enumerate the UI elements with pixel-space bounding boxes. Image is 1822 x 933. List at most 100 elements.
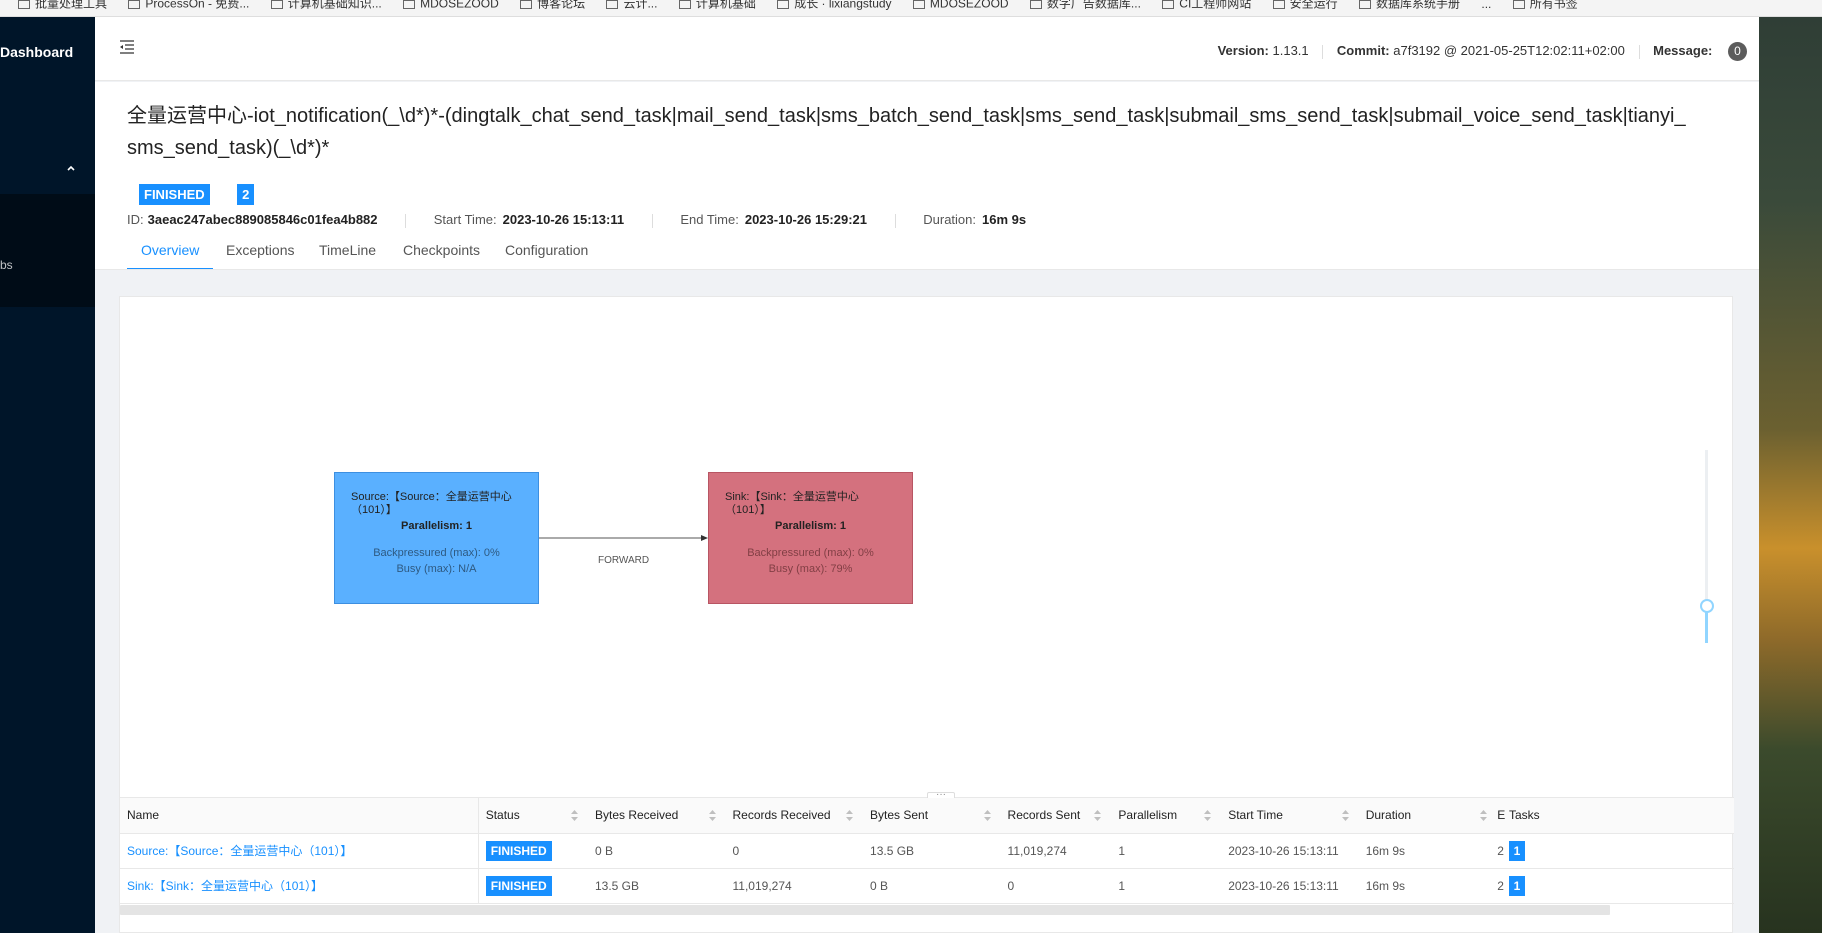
node-parallelism: Parallelism: 1 <box>775 520 846 532</box>
commit-value: a7f3192 @ 2021-05-25T12:02:11+02:00 <box>1393 42 1625 58</box>
sidebar-submenu: bs <box>0 194 95 307</box>
node-busy: Busy (max): 79% <box>768 563 853 575</box>
column-header-label: Parallelism <box>1118 808 1178 823</box>
id-label: ID: <box>127 212 144 227</box>
node-name: Source:【Source：全量运营中心（101）】 <box>351 491 512 516</box>
sort-icon[interactable] <box>1480 810 1488 821</box>
bookmark-item[interactable]: 计算机基础知识... <box>270 0 382 10</box>
bookmarks-overflow[interactable]: ... <box>1481 0 1491 10</box>
menu-fold-icon[interactable] <box>119 39 135 55</box>
bytes-sent-cell: 13.5 GB <box>863 833 1001 869</box>
sort-icon[interactable] <box>570 810 578 821</box>
tab-timeline[interactable]: TimeLine <box>319 234 376 270</box>
column-resize-handle[interactable]: · · · <box>532 837 538 855</box>
start-time-value: 2023-10-26 15:13:11 <box>502 212 625 227</box>
bookmark-item[interactable]: 数据库系统手册 <box>1359 0 1460 10</box>
sort-icon[interactable] <box>1204 810 1212 821</box>
records-received-cell: 0 <box>725 833 864 869</box>
sort-icon[interactable] <box>846 810 854 821</box>
divider <box>405 213 407 228</box>
bookmark-item[interactable]: MDOSEZOOD <box>403 0 499 10</box>
task-badge[interactable]: 1 <box>1509 840 1525 861</box>
bookmark-item[interactable]: CI工程师网站 <box>1162 0 1251 10</box>
column-header-status[interactable]: Status <box>478 798 588 834</box>
duration-cell: 16m 9s <box>1358 868 1498 904</box>
tab-checkpoints[interactable]: Checkpoints <box>403 234 480 270</box>
column-header-label: Bytes Sent <box>870 808 929 823</box>
folder-icon <box>606 0 619 9</box>
commit-label: Commit: <box>1336 42 1390 58</box>
bookmark-item[interactable]: MDOSEZOOD <box>912 0 1009 10</box>
chevron-up-icon[interactable] <box>66 163 76 173</box>
column-header-bytes-sent[interactable]: Bytes Sent <box>863 798 1001 834</box>
end-time-label: End Time: <box>680 212 739 227</box>
vertex-name-link[interactable]: Source:【Source：全量运营中心（101）】 <box>120 833 479 869</box>
column-header-duration[interactable]: Duration <box>1358 798 1498 834</box>
sort-icon[interactable] <box>1341 810 1349 821</box>
column-header-bytes-received[interactable]: Bytes Received <box>587 798 726 834</box>
folder-icon <box>270 0 283 9</box>
vertex-name-link[interactable]: Sink:【Sink：全量运营中心（101）】 <box>120 868 479 904</box>
status-badge: FINISHED <box>485 840 552 861</box>
graph-node-sink[interactable]: Sink:【Sink：全量运营中心（101）】 Parallelism: 1 B… <box>708 472 913 604</box>
divider <box>651 213 653 228</box>
table-row[interactable]: Source:【Source：全量运营中心（101）】 FINISHED 0 B… <box>120 833 1734 869</box>
column-header-tasks[interactable]: Tasks <box>1509 798 1734 834</box>
graph-node-source[interactable]: Source:【Source：全量运营中心（101）】 Parallelism:… <box>334 472 539 604</box>
duration-value: 16m 9s <box>982 212 1027 227</box>
column-header-start-time[interactable]: Start Time <box>1221 798 1359 834</box>
folder-icon <box>1359 0 1371 9</box>
sidebar-item-jobs[interactable]: bs <box>0 258 13 272</box>
bookmark-all-bookmarks[interactable]: 所有书签 <box>1512 0 1578 10</box>
folder-icon <box>912 0 925 9</box>
end-time-value: 2023-10-26 15:29:21 <box>744 212 867 227</box>
table-row[interactable]: Sink:【Sink：全量运营中心（101）】 FINISHED 13.5 GB… <box>120 868 1734 904</box>
message-count-badge[interactable]: 0 <box>1728 42 1747 61</box>
duration-cell: 16m 9s <box>1358 833 1498 869</box>
bookmark-item[interactable]: 安全运行 <box>1272 0 1338 10</box>
folder-icon <box>18 0 30 9</box>
bookmark-item[interactable]: 数字广告数据库... <box>1029 0 1141 10</box>
parallelism-cell: 1 <box>1111 833 1222 869</box>
sort-icon[interactable] <box>708 810 716 821</box>
column-header-label: Records Sent <box>1007 808 1081 823</box>
node-name: Sink:【Sink：全量运营中心（101）】 <box>725 491 859 516</box>
column-header-records-received[interactable]: Records Received <box>725 798 864 834</box>
bytes-received-cell: 0 B <box>587 833 726 869</box>
divider <box>894 213 896 228</box>
column-header-name[interactable]: Name <box>120 798 479 834</box>
edge-label: FORWARD <box>598 555 650 566</box>
column-header-label: Duration <box>1365 808 1412 823</box>
zoom-slider-handle[interactable] <box>1700 599 1714 613</box>
column-header-end-time[interactable]: E <box>1497 798 1509 834</box>
bookmark-item[interactable]: 批量处理工具 <box>18 0 107 10</box>
folder-icon <box>1272 0 1285 9</box>
horizontal-scrollbar[interactable] <box>120 905 1610 915</box>
sort-icon[interactable] <box>983 810 991 821</box>
node-parallelism: Parallelism: 1 <box>401 520 472 532</box>
bookmark-item[interactable]: 博客论坛 <box>520 0 585 10</box>
start-time-cell: 2023-10-26 15:13:11 <box>1221 868 1359 904</box>
folder-icon <box>1162 0 1175 9</box>
sort-icon[interactable] <box>1094 810 1102 821</box>
tab-overview[interactable]: Overview <box>127 234 214 270</box>
tasks-cell: 1 <box>1509 868 1734 904</box>
bookmark-item[interactable]: 计算机基础 <box>678 0 756 10</box>
status-badge: FINISHED <box>139 184 210 205</box>
tab-exceptions[interactable]: Exceptions <box>226 234 294 270</box>
parallelism-cell: 1 <box>1111 868 1222 904</box>
tab-configuration[interactable]: Configuration <box>505 234 588 270</box>
bookmark-item[interactable]: 成长 · lixiangstudy <box>777 0 892 10</box>
task-badge[interactable]: 1 <box>1509 875 1525 896</box>
records-sent-cell: 0 <box>1000 868 1112 904</box>
job-graph[interactable]: FORWARD Source:【Source：全量运营中心（101）】 Para… <box>120 297 1734 797</box>
bookmark-item[interactable]: 云计... <box>606 0 657 10</box>
end-time-cell: 2 <box>1497 868 1509 904</box>
folder-icon <box>1512 0 1525 9</box>
sidebar-brand[interactable]: Dashboard <box>0 44 73 60</box>
bytes-sent-cell: 0 B <box>863 868 1001 904</box>
bookmark-item[interactable]: ProcessOn - 免费... <box>128 0 249 10</box>
top-header: Version: 1.13.1 Commit: a7f3192 @ 2021-0… <box>95 17 1759 81</box>
column-header-records-sent[interactable]: Records Sent <box>1000 798 1112 834</box>
column-header-parallelism[interactable]: Parallelism <box>1111 798 1222 834</box>
